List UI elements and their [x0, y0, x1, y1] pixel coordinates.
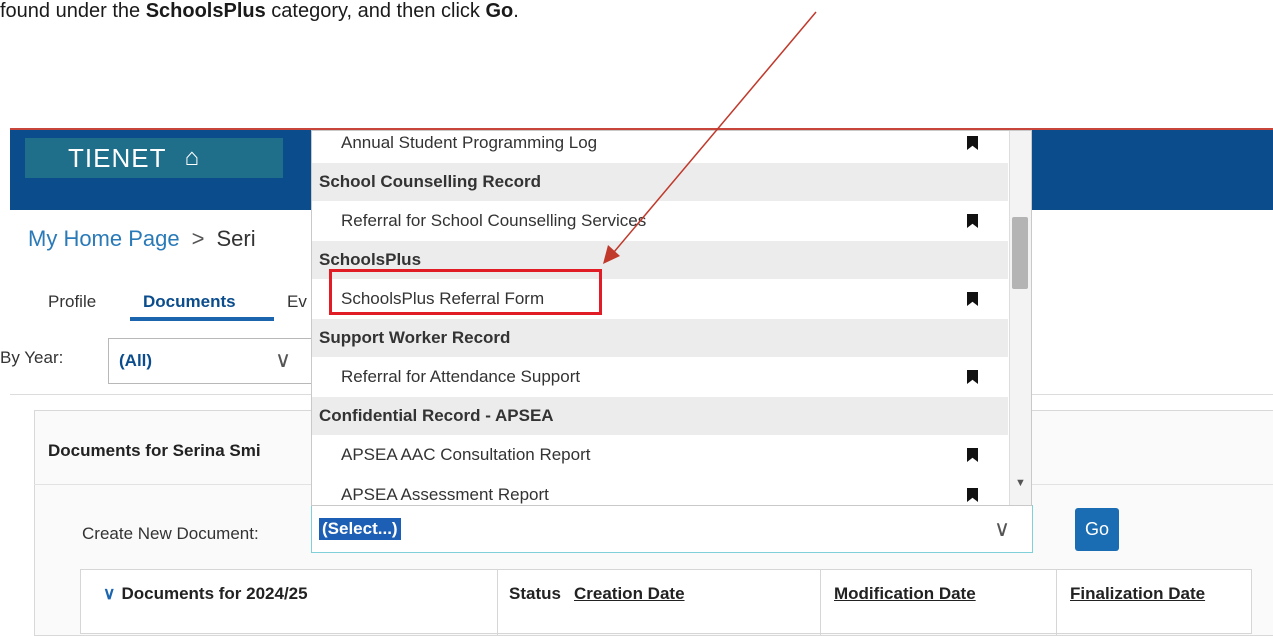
annotation-arrow	[603, 11, 817, 264]
arrow-line	[613, 11, 817, 253]
